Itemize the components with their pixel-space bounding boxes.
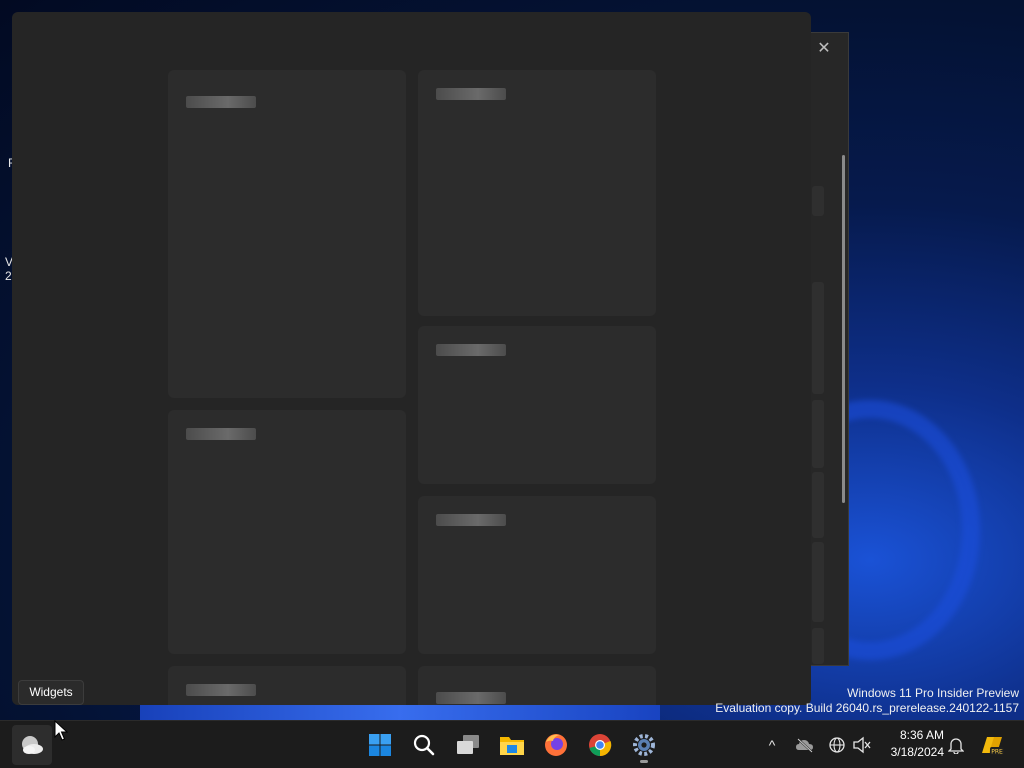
background-window-item: [812, 472, 824, 538]
onedrive-offline-icon[interactable]: [793, 733, 817, 757]
chrome-icon: [589, 734, 612, 757]
loading-placeholder: [186, 428, 256, 440]
background-window-item: [812, 400, 824, 468]
evaluation-watermark: Windows 11 Pro Insider Preview Evaluatio…: [715, 686, 1019, 716]
widget-card-placeholder[interactable]: [168, 666, 406, 705]
background-window-item: [812, 282, 824, 394]
widgets-panel: [12, 12, 811, 705]
widgets-tooltip: Widgets: [18, 680, 84, 705]
widget-card-placeholder[interactable]: [418, 70, 656, 316]
weather-cloud-icon: [22, 736, 43, 754]
firefox-button[interactable]: [536, 725, 576, 765]
close-icon[interactable]: ✕: [812, 38, 836, 62]
volume-muted-icon[interactable]: [850, 733, 874, 757]
widget-card-placeholder[interactable]: [418, 326, 656, 484]
scrollbar[interactable]: [842, 155, 845, 503]
chrome-button[interactable]: [580, 725, 620, 765]
clock-time: 8:36 AM: [899, 728, 944, 742]
clock-date: 3/18/2024: [890, 745, 944, 759]
task-view-button[interactable]: [448, 725, 488, 765]
widget-card-placeholder[interactable]: [418, 666, 656, 705]
widget-card-placeholder[interactable]: [418, 496, 656, 654]
loading-placeholder: [186, 684, 256, 696]
loading-placeholder: [436, 514, 506, 526]
loading-placeholder: [436, 344, 506, 356]
network-globe-icon[interactable]: [825, 733, 849, 757]
loading-placeholder: [436, 692, 506, 704]
loading-placeholder: [186, 96, 256, 108]
watermark-line-1: Windows 11 Pro Insider Preview: [847, 686, 1019, 700]
mouse-cursor-icon: [54, 720, 68, 741]
watermark-line-2: Evaluation copy. Build 26040.rs_prerelea…: [715, 701, 1019, 715]
file-explorer-button[interactable]: [492, 725, 532, 765]
loading-placeholder: [436, 88, 506, 100]
folder-icon: [500, 737, 524, 755]
notifications-bell-icon[interactable]: [944, 733, 968, 757]
background-window-item: [812, 628, 824, 664]
system-clock[interactable]: 8:36 AM 3/18/2024: [880, 727, 944, 761]
show-hidden-icons-button[interactable]: ^: [760, 733, 784, 757]
search-button[interactable]: [404, 725, 444, 765]
background-window-item: [812, 542, 824, 622]
copilot-pre-icon[interactable]: PRE: [978, 733, 1006, 757]
running-indicator: [640, 760, 648, 763]
windows-logo-icon: [369, 734, 391, 756]
firefox-icon: [545, 734, 567, 756]
widget-card-placeholder[interactable]: [168, 70, 406, 398]
gear-icon: [633, 734, 655, 756]
widgets-button[interactable]: [12, 725, 52, 765]
svg-text:PRE: PRE: [991, 749, 1003, 756]
background-window-item: [812, 186, 824, 216]
widget-card-placeholder[interactable]: [168, 410, 406, 654]
search-icon: [413, 734, 435, 756]
taskbar: ^ PRE: [0, 720, 1024, 768]
settings-button[interactable]: [624, 725, 664, 765]
task-view-icon: [457, 735, 479, 754]
start-button[interactable]: [360, 725, 400, 765]
